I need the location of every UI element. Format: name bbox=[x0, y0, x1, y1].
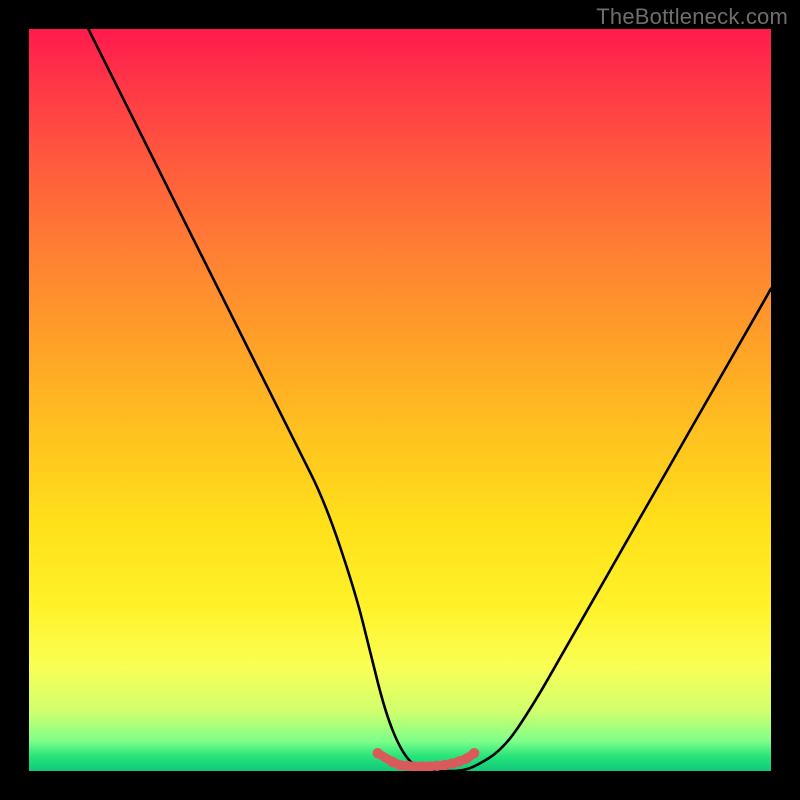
main-curve bbox=[88, 29, 771, 771]
cluster-dot bbox=[462, 753, 472, 763]
cluster-dot bbox=[410, 761, 420, 771]
cluster-dot bbox=[447, 758, 457, 768]
cluster-dot bbox=[432, 761, 442, 771]
cluster-dot bbox=[402, 761, 412, 771]
cluster-dot bbox=[439, 760, 449, 770]
cluster-dot bbox=[395, 760, 405, 770]
cluster-stroke bbox=[378, 753, 475, 766]
cluster-dot bbox=[469, 748, 479, 758]
plot-area bbox=[29, 29, 771, 771]
cluster-dot bbox=[373, 748, 383, 758]
cluster-dot bbox=[387, 757, 397, 767]
watermark-text: TheBottleneck.com bbox=[596, 4, 788, 30]
cluster-dot bbox=[417, 761, 427, 771]
cluster-dot bbox=[454, 756, 464, 766]
chart-frame: TheBottleneck.com bbox=[0, 0, 800, 800]
bottom-cluster bbox=[373, 748, 480, 771]
cluster-dot bbox=[425, 761, 435, 771]
curve-svg bbox=[29, 29, 771, 771]
